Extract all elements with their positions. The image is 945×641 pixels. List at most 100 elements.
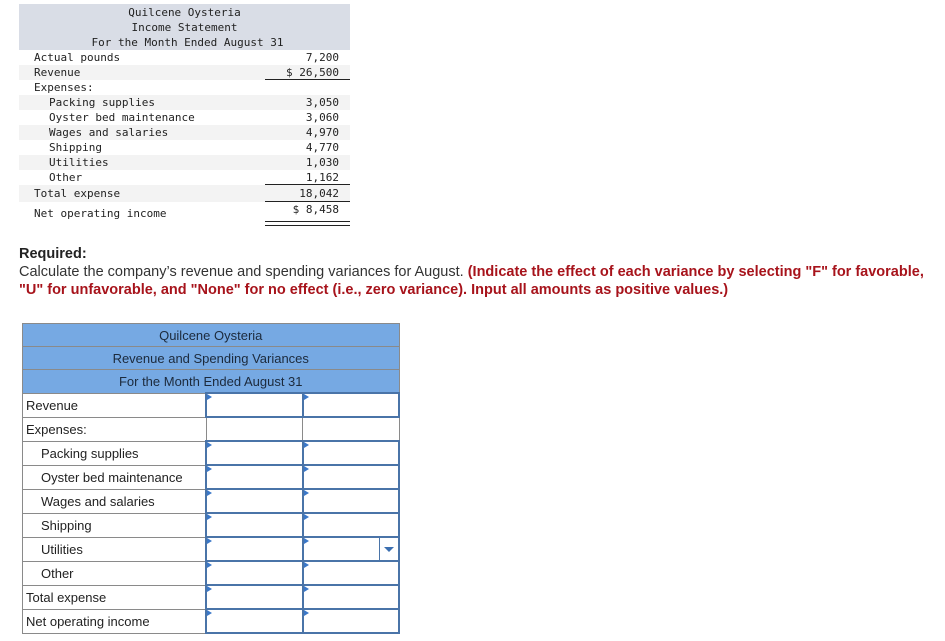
input-flag-icon [303, 466, 309, 472]
wages-amount-input[interactable] [205, 488, 304, 514]
packing-supplies-effect-select[interactable] [301, 440, 401, 466]
is-row-expenses: Expenses: [19, 80, 350, 95]
row-value: 18,042 [299, 187, 339, 200]
revenue-effect-select[interactable] [301, 392, 401, 418]
vt-row-net-operating-income: Net operating income [22, 608, 401, 634]
row-value: 1,030 [305, 156, 339, 169]
row-label: Packing supplies [22, 440, 207, 466]
input-flag-icon [207, 610, 213, 616]
row-label: Utilities [49, 156, 109, 169]
variance-title: Revenue and Spending Variances [22, 346, 400, 370]
empty-cell [302, 416, 400, 442]
other-amount-input[interactable] [205, 560, 304, 586]
row-label: Wages and salaries [22, 488, 207, 514]
row-label: Expenses: [22, 416, 207, 442]
empty-cell [205, 416, 304, 442]
vt-row-packing-supplies: Packing supplies [22, 440, 401, 466]
row-label: Revenue [34, 66, 81, 79]
amount-field[interactable] [207, 562, 302, 584]
other-effect-select[interactable] [301, 560, 401, 586]
variance-period: For the Month Ended August 31 [22, 369, 400, 394]
input-flag-icon [303, 490, 309, 496]
vt-row-utilities: Utilities [22, 536, 401, 562]
row-label: Other [49, 171, 83, 184]
row-label: Oyster bed maintenance [49, 111, 195, 124]
is-row-net-operating-income: Net operating income $ 8,458 [19, 202, 350, 226]
vt-row-shipping: Shipping [22, 512, 401, 538]
row-label: Total expense [22, 584, 207, 610]
chevron-down-icon [384, 546, 394, 552]
utilities-amount-input[interactable] [205, 536, 304, 562]
input-flag-icon [207, 394, 213, 400]
net-operating-income-amount-input[interactable] [205, 608, 304, 634]
dropdown-button[interactable] [379, 538, 398, 560]
row-label: Packing supplies [49, 96, 155, 109]
row-value: 3,050 [305, 96, 339, 109]
is-row-packing-supplies: Packing supplies 3,050 [19, 95, 350, 110]
is-row-actual-pounds: Actual pounds 7,200 [19, 50, 350, 65]
input-flag-icon [207, 514, 213, 520]
is-row-revenue: Revenue $ 26,500 [19, 65, 350, 80]
vt-row-expenses: Expenses: [22, 416, 400, 442]
row-label: Oyster bed maintenance [22, 464, 207, 490]
amount-field[interactable] [207, 610, 302, 632]
shipping-effect-select[interactable] [301, 512, 401, 538]
amount-field[interactable] [207, 538, 302, 560]
row-label: Shipping [49, 141, 102, 154]
input-flag-icon [303, 514, 309, 520]
packing-supplies-amount-input[interactable] [205, 440, 304, 466]
row-value: 3,060 [305, 111, 339, 124]
amount-field[interactable] [207, 466, 302, 488]
amount-field[interactable] [207, 586, 302, 608]
net-operating-income-effect-select[interactable] [301, 608, 401, 634]
vt-row-wages: Wages and salaries [22, 488, 401, 514]
is-row-wages: Wages and salaries 4,970 [19, 125, 350, 140]
is-row-shipping: Shipping 4,770 [19, 140, 350, 155]
total-expense-amount-input[interactable] [205, 584, 304, 610]
statement-title: Income Statement [131, 21, 238, 34]
double-underline [265, 221, 350, 226]
company-name: Quilcene Oysteria [128, 6, 241, 19]
row-value: 4,970 [305, 126, 339, 139]
statement-period: For the Month Ended August 31 [91, 36, 284, 49]
row-label: Utilities [22, 536, 207, 562]
input-flag-icon [207, 466, 213, 472]
vt-row-oyster-bed: Oyster bed maintenance [22, 464, 401, 490]
is-row-total-expense: Total expense 18,042 [19, 185, 350, 202]
input-flag-icon [303, 562, 309, 568]
is-row-oyster-bed: Oyster bed maintenance 3,060 [19, 110, 350, 125]
utilities-effect-select[interactable] [301, 536, 401, 562]
wages-effect-select[interactable] [301, 488, 401, 514]
row-value: 7,200 [305, 51, 339, 64]
input-flag-icon [303, 394, 309, 400]
total-expense-effect-select[interactable] [301, 584, 401, 610]
revenue-amount-input[interactable] [205, 392, 304, 418]
amount-field[interactable] [207, 514, 302, 536]
input-flag-icon [207, 586, 213, 592]
row-label: Net operating income [22, 608, 207, 634]
row-value: 1,162 [305, 171, 339, 184]
amount-field[interactable] [207, 442, 302, 464]
required-body: Calculate the company’s revenue and spen… [19, 264, 468, 280]
row-label: Shipping [22, 512, 207, 538]
row-label: Net operating income [34, 207, 167, 220]
row-value: $ 8,458 [292, 203, 339, 216]
required-section: Required: Calculate the company’s revenu… [19, 245, 929, 299]
row-value [255, 80, 350, 95]
input-flag-icon [207, 538, 213, 544]
input-flag-icon [207, 490, 213, 496]
row-label: Expenses: [34, 81, 94, 94]
row-label: Revenue [22, 392, 207, 418]
input-flag-icon [303, 586, 309, 592]
oyster-bed-effect-select[interactable] [301, 464, 401, 490]
row-label: Wages and salaries [49, 126, 169, 139]
amount-field[interactable] [207, 490, 302, 512]
input-flag-icon [303, 538, 309, 544]
amount-field[interactable] [207, 394, 302, 416]
vt-row-total-expense: Total expense [22, 584, 401, 610]
input-flag-icon [207, 442, 213, 448]
row-label: Actual pounds [34, 51, 121, 64]
shipping-amount-input[interactable] [205, 512, 304, 538]
oyster-bed-amount-input[interactable] [205, 464, 304, 490]
income-statement-header: Quilcene Oysteria Income Statement For t… [19, 4, 350, 50]
